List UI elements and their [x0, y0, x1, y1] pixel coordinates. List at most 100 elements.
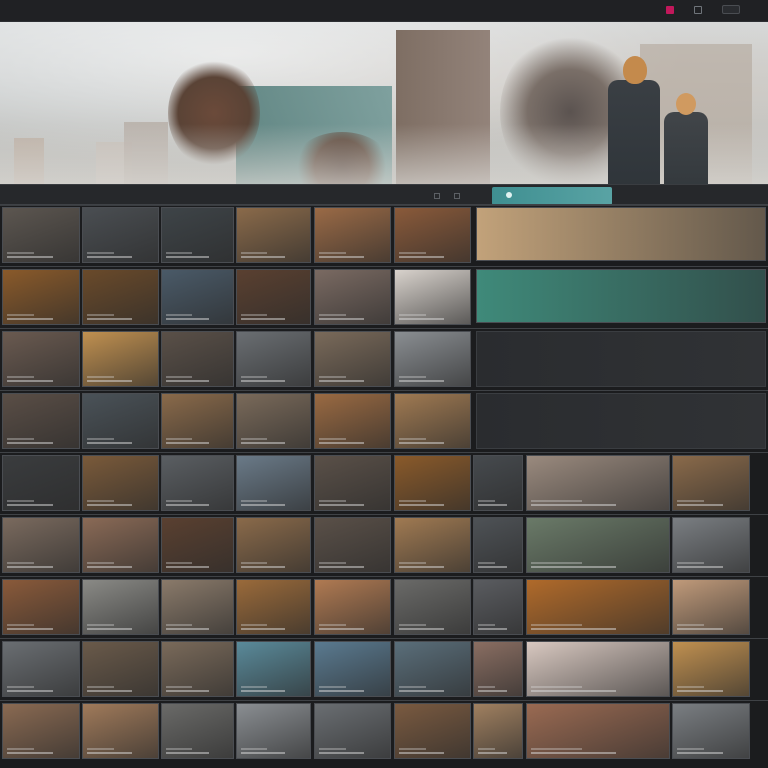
thumbnail-image[interactable] — [394, 641, 471, 697]
thumbnail-image[interactable] — [236, 517, 311, 573]
thumbnail-image[interactable] — [236, 579, 311, 635]
thumbnail-image[interactable] — [2, 641, 80, 697]
thumbnail-image[interactable] — [236, 331, 311, 387]
thumbnail-image[interactable] — [236, 269, 311, 325]
window-icon[interactable] — [694, 5, 702, 14]
thumbnail-image[interactable] — [161, 641, 234, 697]
thumbnail-caption — [399, 690, 444, 692]
thumbnail-caption-line — [7, 748, 35, 750]
thumbnail-caption — [87, 442, 132, 444]
thumbnail-image[interactable] — [473, 455, 523, 511]
thumbnail-image[interactable] — [82, 455, 159, 511]
thumbnail-image[interactable] — [82, 207, 159, 263]
thumbnail-image[interactable] — [314, 331, 391, 387]
grid-view-icon[interactable] — [434, 193, 440, 199]
thumbnail-caption — [319, 752, 364, 754]
thumbnail-image[interactable] — [82, 331, 159, 387]
thumbnail-image[interactable] — [236, 455, 311, 511]
thumbnail-image[interactable] — [526, 455, 670, 511]
thumbnail-image[interactable] — [236, 393, 311, 449]
thumbnail-image[interactable] — [473, 641, 523, 697]
thumbnail-caption-line — [399, 252, 426, 254]
thumbnail-image[interactable] — [314, 269, 391, 325]
thumbnail-image[interactable] — [314, 455, 391, 511]
thumbnail-image[interactable] — [394, 269, 471, 325]
thumbnail-caption-line — [478, 686, 496, 688]
thumbnail-caption — [87, 318, 132, 320]
thumbnail-image[interactable] — [526, 579, 670, 635]
thumbnail-caption-line — [87, 686, 114, 688]
thumbnail-image[interactable] — [672, 517, 750, 573]
thumbnail-image[interactable] — [526, 641, 670, 697]
thumbnail-image[interactable] — [2, 703, 80, 759]
thumbnail-image[interactable] — [672, 455, 750, 511]
thumbnail-image[interactable] — [314, 703, 391, 759]
thumbnail-image[interactable] — [161, 269, 234, 325]
thumbnail-image[interactable] — [161, 703, 234, 759]
active-filter-button[interactable] — [492, 187, 612, 205]
thumbnail-image[interactable] — [161, 331, 234, 387]
notification-badge-icon[interactable] — [666, 5, 674, 14]
search-input[interactable] — [722, 5, 740, 14]
thumbnail-image[interactable] — [526, 517, 670, 573]
top-navigation-bar — [0, 0, 768, 22]
thumbnail-caption-line — [478, 562, 496, 564]
thumbnail-image[interactable] — [2, 455, 80, 511]
thumbnail-image[interactable] — [672, 703, 750, 759]
thumbnail-image[interactable] — [161, 455, 234, 511]
thumbnail-image[interactable] — [82, 269, 159, 325]
thumbnail-image[interactable] — [2, 579, 80, 635]
thumbnail-image[interactable] — [672, 641, 750, 697]
thumbnail-image[interactable] — [2, 393, 80, 449]
thumbnail-image[interactable] — [314, 393, 391, 449]
thumbnail-image[interactable] — [2, 207, 80, 263]
thumbnail-image[interactable] — [394, 703, 471, 759]
thumbnail-image[interactable] — [394, 517, 471, 573]
thumbnail-image[interactable] — [473, 517, 523, 573]
thumbnail-row — [0, 638, 768, 700]
thumbnail-image[interactable] — [161, 579, 234, 635]
thumbnail-image[interactable] — [82, 703, 159, 759]
thumbnail-image[interactable] — [394, 579, 471, 635]
figure-adult — [608, 80, 660, 184]
thumbnail-image[interactable] — [161, 207, 234, 263]
thumbnail-image[interactable] — [314, 641, 391, 697]
thumbnail-image[interactable] — [161, 517, 234, 573]
thumbnail-image[interactable] — [2, 331, 80, 387]
thumbnail-image[interactable] — [82, 393, 159, 449]
list-view-icon[interactable] — [454, 193, 460, 199]
thumbnail-image[interactable] — [82, 517, 159, 573]
thumbnail-image[interactable] — [473, 579, 523, 635]
thumbnail-caption — [7, 380, 53, 382]
thumbnail-row — [0, 514, 768, 576]
thumbnail-image[interactable] — [314, 579, 391, 635]
thumbnail-image[interactable] — [672, 579, 750, 635]
thumbnail-image[interactable] — [526, 703, 670, 759]
thumbnail-image[interactable] — [82, 579, 159, 635]
featured-banner-image[interactable] — [476, 269, 766, 323]
thumbnail-image[interactable] — [394, 331, 471, 387]
thumbnail-image[interactable] — [314, 207, 391, 263]
thumbnail-caption-line — [166, 686, 192, 688]
thumbnail-caption — [677, 690, 723, 692]
thumbnail-image[interactable] — [236, 703, 311, 759]
featured-banner-image[interactable] — [476, 207, 766, 261]
thumbnail-caption-line — [319, 500, 346, 502]
thumbnail-image[interactable] — [2, 517, 80, 573]
thumbnail-image[interactable] — [473, 703, 523, 759]
thumbnail-image[interactable] — [394, 455, 471, 511]
thumbnail-caption-line — [241, 314, 268, 316]
thumbnail-image[interactable] — [236, 641, 311, 697]
thumbnail-image[interactable] — [82, 641, 159, 697]
thumbnail-image[interactable] — [236, 207, 311, 263]
thumbnail-caption-line — [241, 438, 268, 440]
thumbnail-image[interactable] — [161, 393, 234, 449]
thumbnail-image[interactable] — [394, 393, 471, 449]
thumbnail-caption — [531, 566, 617, 568]
thumbnail-image[interactable] — [2, 269, 80, 325]
thumbnail-caption — [319, 318, 364, 320]
thumbnail-image[interactable] — [314, 517, 391, 573]
thumbnail-caption — [319, 628, 364, 630]
thumbnail-image[interactable] — [394, 207, 471, 263]
thumbnail-caption — [241, 504, 285, 506]
